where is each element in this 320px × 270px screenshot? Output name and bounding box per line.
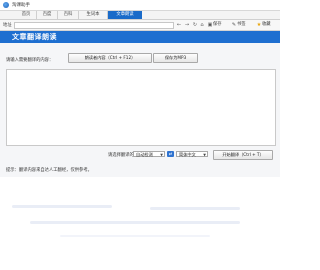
address-label: 地址 [3, 23, 12, 28]
target-language-select[interactable]: 简体中文 ▼ [176, 151, 208, 157]
refresh-icon[interactable]: ↻ [192, 22, 198, 28]
chevron-down-icon: ▼ [160, 153, 163, 157]
tab-vocabulary[interactable]: 生词本 [79, 11, 108, 19]
favorite-button[interactable]: 收藏 [262, 22, 271, 28]
app-logo-icon [3, 2, 9, 8]
forward-arrow-icon[interactable]: → [184, 22, 190, 28]
translate-button[interactable]: 开始翻译（Ctrl + T） [213, 150, 273, 160]
save-button[interactable]: 保存 [213, 22, 222, 28]
tab-article-reading[interactable]: 文章朗读 [108, 11, 142, 19]
input-prompt-label: 请输入需要翻译的内容： [6, 58, 54, 63]
swap-icon[interactable]: ⇄ [167, 151, 174, 157]
tip-text: 提示：翻译内容来自达人工翻经，仅供参考。 [6, 168, 92, 173]
tab-bar: 首页 百度 百科 生词本 文章朗读 [0, 11, 280, 20]
title-bar: 淘课助手 [0, 0, 280, 11]
source-language-select[interactable]: 自动检测 ▼ [133, 151, 165, 157]
source-language-value: 自动检测 [136, 152, 153, 157]
target-language-value: 简体中文 [179, 152, 196, 157]
tab-baike[interactable]: 百科 [58, 11, 79, 19]
read-content-button[interactable]: 朗读者内容（Ctrl + F12） [68, 53, 152, 63]
blurred-text-line [60, 235, 210, 237]
tab-baidu[interactable]: 百度 [37, 11, 58, 19]
blurred-text-line [12, 205, 112, 208]
app-title: 淘课助手 [12, 3, 30, 8]
chevron-down-icon: ▼ [203, 153, 206, 157]
source-text-area[interactable] [6, 69, 276, 146]
blurred-text-line [150, 207, 240, 210]
home-icon[interactable]: ⌂ [199, 22, 205, 28]
article-reading-panel: 文章翻译朗读 请输入需要翻译的内容： 朗读者内容（Ctrl + F12） 保存为… [0, 31, 280, 177]
save-mp3-button[interactable]: 保存为MP3 [153, 53, 198, 63]
page-title: 文章翻译朗读 [12, 33, 57, 41]
blurred-text-line [30, 221, 240, 224]
back-arrow-icon[interactable]: ← [176, 22, 182, 28]
banner: 文章翻译朗读 [0, 31, 280, 43]
translation-output-area [0, 177, 280, 270]
bookmark-button[interactable]: 书签 [237, 22, 246, 28]
tab-home[interactable]: 首页 [16, 11, 37, 19]
address-input[interactable] [14, 22, 174, 29]
address-toolbar: 地址 ← → ↻ ⌂ ▣ 保存 ✎ 书签 ★ 收藏 [0, 20, 280, 31]
